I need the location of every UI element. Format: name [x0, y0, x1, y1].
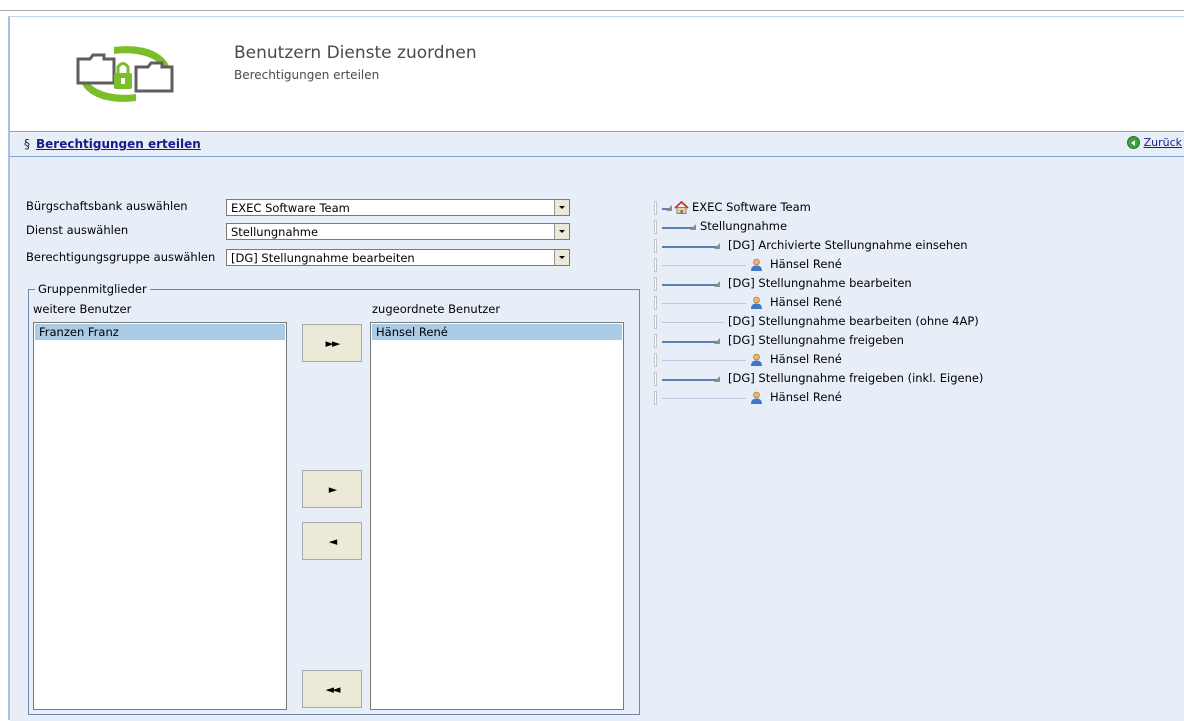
- assigned-users-list[interactable]: Hänsel René: [370, 322, 624, 710]
- tree-connector: [654, 277, 657, 291]
- tree-group-label[interactable]: [DG] Archivierte Stellungnahme einsehen: [728, 238, 968, 252]
- bank-select-value: EXEC Software Team: [231, 201, 350, 215]
- tree-connector: [654, 258, 657, 272]
- tree-connector: [654, 239, 657, 253]
- assigned-users-label: zugeordnete Benutzer: [372, 302, 501, 316]
- main-content: Bürgschaftsbank auswählen EXEC Software …: [10, 157, 1184, 721]
- add-button[interactable]: ►: [302, 470, 362, 508]
- tree-line: [662, 379, 720, 381]
- remove-all-button[interactable]: ◄◄: [302, 670, 362, 708]
- expand-triangle-icon[interactable]: [714, 281, 720, 287]
- tree-group-label[interactable]: [DG] Stellungnahme bearbeiten (ohne 4AP): [728, 314, 979, 328]
- expand-triangle-icon[interactable]: [690, 224, 696, 230]
- list-item[interactable]: Franzen Franz: [35, 324, 285, 340]
- user-icon: [751, 258, 762, 271]
- tree-connector: [654, 353, 657, 367]
- service-label: Dienst auswählen: [26, 223, 129, 237]
- tree-group-label[interactable]: [DG] Stellungnahme freigeben (inkl. Eige…: [728, 371, 983, 385]
- tree-connector: [654, 201, 657, 215]
- remove-button[interactable]: ◄: [302, 522, 362, 560]
- tree-connector: [654, 315, 657, 329]
- add-all-button[interactable]: ►►: [302, 324, 362, 362]
- tree-line: [662, 265, 746, 266]
- user-icon: [751, 353, 762, 366]
- breadcrumb-bar: § Berechtigungen erteilen Zurück: [10, 131, 1184, 157]
- page-frame: Benutzern Dienste zuordnen Berechtigunge…: [8, 16, 1184, 721]
- service-select-value: Stellungnahme: [231, 225, 319, 239]
- tree-user-label[interactable]: Hänsel René: [770, 257, 842, 271]
- chevron-down-icon[interactable]: [554, 200, 569, 215]
- tree-line: [662, 284, 720, 286]
- user-icon: [751, 296, 762, 309]
- tree-connector: [654, 220, 657, 234]
- group-label: Berechtigungsgruppe auswählen: [26, 250, 216, 264]
- tree-root-label[interactable]: EXEC Software Team: [692, 200, 811, 214]
- tree-line: [662, 341, 720, 343]
- available-users-list[interactable]: Franzen Franz: [33, 322, 287, 710]
- bank-select[interactable]: EXEC Software Team: [226, 199, 570, 216]
- chevron-down-icon[interactable]: [554, 224, 569, 239]
- tree-user-label[interactable]: Hänsel René: [770, 352, 842, 366]
- available-users-label: weitere Benutzer: [33, 302, 132, 316]
- page-header: Benutzern Dienste zuordnen Berechtigunge…: [10, 17, 1184, 131]
- tree-line: [662, 398, 746, 399]
- group-members-legend: Gruppenmitglieder: [35, 282, 150, 296]
- expand-triangle-icon[interactable]: [714, 376, 720, 382]
- group-select-value: [DG] Stellungnahme bearbeiten: [231, 251, 415, 265]
- top-divider: [0, 10, 1184, 11]
- tree-connector: [654, 334, 657, 348]
- tree-line: [662, 322, 724, 323]
- expand-triangle-icon[interactable]: [666, 205, 672, 211]
- user-icon: [751, 391, 762, 404]
- group-select[interactable]: [DG] Stellungnahme bearbeiten: [226, 249, 570, 266]
- service-select[interactable]: Stellungnahme: [226, 223, 570, 240]
- tree-line: [662, 303, 746, 304]
- page-subtitle: Berechtigungen erteilen: [234, 68, 380, 82]
- folder-lock-logo-icon: [76, 46, 174, 102]
- tree-user-label[interactable]: Hänsel René: [770, 295, 842, 309]
- home-icon: [674, 200, 689, 214]
- list-item[interactable]: Hänsel René: [372, 324, 622, 340]
- tree-group-label[interactable]: [DG] Stellungnahme bearbeiten: [728, 276, 912, 290]
- tree-group-label[interactable]: [DG] Stellungnahme freigeben: [728, 333, 904, 347]
- tree-line: [662, 246, 720, 248]
- expand-triangle-icon[interactable]: [714, 243, 720, 249]
- expand-triangle-icon[interactable]: [714, 338, 720, 344]
- tree-line: [662, 360, 746, 361]
- back-link-label[interactable]: Zurück: [1144, 136, 1182, 149]
- tree-service-label[interactable]: Stellungnahme: [700, 219, 787, 233]
- section-symbol: §: [24, 137, 30, 151]
- tree-connector: [654, 296, 657, 310]
- tree-connector: [654, 372, 657, 386]
- group-members-fieldset: Gruppenmitglieder weitere Benutzer zugeo…: [28, 282, 640, 715]
- chevron-down-icon[interactable]: [554, 250, 569, 265]
- back-arrow-icon[interactable]: [1126, 136, 1140, 149]
- tree-connector: [654, 391, 657, 405]
- back-link[interactable]: Zurück: [1126, 136, 1182, 149]
- bank-label: Bürgschaftsbank auswählen: [26, 199, 188, 213]
- permissions-link[interactable]: Berechtigungen erteilen: [36, 137, 201, 151]
- tree-user-label[interactable]: Hänsel René: [770, 390, 842, 404]
- page-title: Benutzern Dienste zuordnen: [234, 43, 477, 63]
